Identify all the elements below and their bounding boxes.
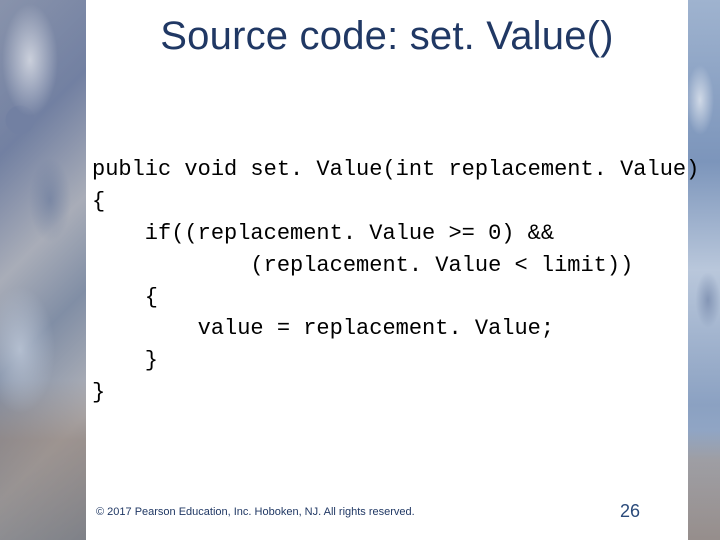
- code-line: {: [92, 189, 105, 214]
- code-line: {: [92, 285, 158, 310]
- code-line: public void set. Value(int replacement. …: [92, 157, 699, 182]
- slide: Source code: set. Value() public void se…: [0, 0, 720, 540]
- page-number: 26: [620, 501, 640, 522]
- code-line: value = replacement. Value;: [92, 316, 554, 341]
- content-area: Source code: set. Value() public void se…: [86, 0, 688, 540]
- code-line: }: [92, 380, 105, 405]
- code-line: (replacement. Value < limit)): [92, 253, 633, 278]
- decorative-left-strip: [0, 0, 86, 540]
- code-block: public void set. Value(int replacement. …: [92, 154, 688, 409]
- code-line: }: [92, 348, 158, 373]
- slide-title: Source code: set. Value(): [86, 14, 688, 59]
- decorative-right-strip: [688, 0, 720, 540]
- copyright-text: © 2017 Pearson Education, Inc. Hoboken, …: [96, 506, 415, 518]
- code-line: if((replacement. Value >= 0) &&: [92, 221, 554, 246]
